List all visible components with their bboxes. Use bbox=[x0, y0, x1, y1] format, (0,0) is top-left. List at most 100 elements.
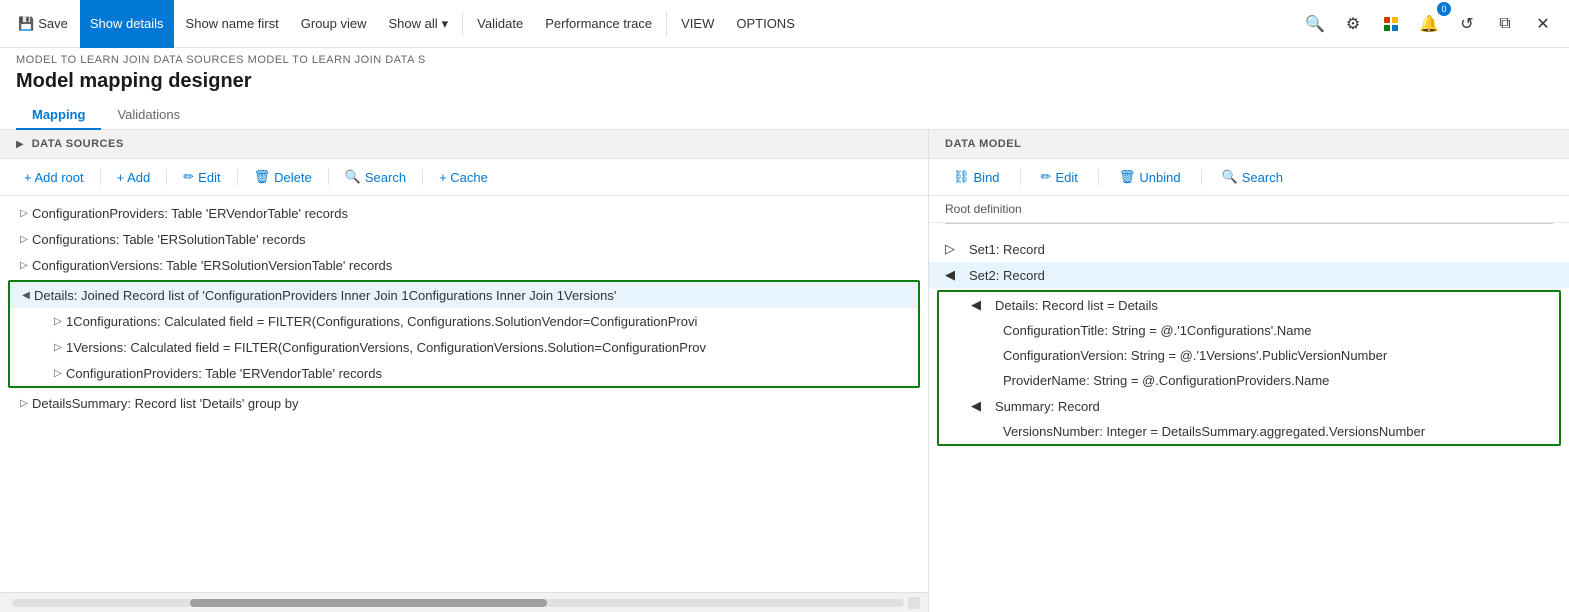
horizontal-scrollbar[interactable] bbox=[12, 599, 904, 607]
show-name-first-button[interactable]: Show name first bbox=[176, 0, 289, 48]
toolbar-sep1 bbox=[100, 169, 101, 185]
edit-icon: ✏ bbox=[183, 169, 194, 185]
tree-row-1configurations[interactable]: ▷ 1Configurations: Calculated field = FI… bbox=[10, 308, 918, 334]
datasources-toolbar: + Add root + Add ✏ Edit 🗑 Delete bbox=[0, 159, 928, 196]
expand-icon: ▷ bbox=[16, 257, 32, 273]
data-model-header: DATA MODEL bbox=[929, 130, 1569, 159]
expand-icon: ▷ bbox=[16, 395, 32, 411]
options-button[interactable]: OPTIONS bbox=[726, 0, 805, 48]
edit-button[interactable]: ✏ Edit bbox=[175, 165, 228, 189]
bind-button[interactable]: ⛓ Bind bbox=[945, 165, 1008, 189]
main-container: MODEL TO LEARN JOIN DATA SOURCES MODEL T… bbox=[0, 48, 1569, 612]
expand-icon: ▷ bbox=[50, 313, 66, 329]
right-green-box: ◀ Details: Record list = Details Configu… bbox=[937, 290, 1561, 446]
search-button[interactable]: 🔍 Search bbox=[337, 165, 414, 189]
separator2 bbox=[666, 12, 667, 36]
expand-icon: ◀ bbox=[971, 297, 995, 313]
delete-button[interactable]: 🗑 Delete bbox=[246, 165, 320, 189]
green-box-details: ◀ Details: Joined Record list of 'Config… bbox=[8, 280, 920, 388]
expand-icon: ◀ bbox=[18, 287, 34, 303]
search-icon: 🔍 bbox=[1222, 169, 1238, 185]
horizontal-scrollbar-area bbox=[0, 592, 928, 612]
unbind-button[interactable]: 🗑 Unbind bbox=[1111, 165, 1189, 189]
left-panel: ▶ DATA SOURCES + Add root + Add ✏ Edit bbox=[0, 130, 929, 612]
tree-row-config-providers[interactable]: ▷ ConfigurationProviders: Table 'ERVendo… bbox=[0, 200, 928, 226]
tree-row-set2[interactable]: ◀ Set2: Record bbox=[929, 262, 1569, 288]
chevron-down-icon: ▾ bbox=[442, 16, 449, 32]
refresh-icon-button[interactable]: ↺ bbox=[1449, 6, 1485, 42]
tree-row-provider-name[interactable]: ProviderName: String = @.ConfigurationPr… bbox=[939, 368, 1559, 393]
add-button[interactable]: + Add bbox=[109, 166, 159, 189]
notification-badge: 🔔 0 bbox=[1411, 6, 1447, 42]
tree-row-config-versions[interactable]: ▷ ConfigurationVersions: Table 'ERSoluti… bbox=[0, 252, 928, 278]
tree-row-details-dm[interactable]: ◀ Details: Record list = Details bbox=[939, 292, 1559, 318]
data-model-tree: ▷ Set1: Record ◀ Set2: Record ◀ Details:… bbox=[929, 232, 1569, 612]
scrollbar-btn-right[interactable] bbox=[908, 597, 920, 609]
tree-row-config-title[interactable]: ConfigurationTitle: String = @.'1Configu… bbox=[939, 318, 1559, 343]
expand-icon: ▷ bbox=[945, 241, 969, 257]
tab-validations[interactable]: Validations bbox=[101, 101, 196, 130]
root-def-separator bbox=[945, 223, 1553, 224]
global-search-button[interactable]: 🔍 bbox=[1297, 14, 1333, 34]
unbind-icon: 🗑 bbox=[1119, 169, 1136, 185]
save-icon: 💾 bbox=[18, 16, 34, 32]
save-button[interactable]: 💾 Save bbox=[8, 0, 78, 48]
toolbar-sep4 bbox=[328, 169, 329, 185]
tree-row-details-header[interactable]: ◀ Details: Joined Record list of 'Config… bbox=[10, 282, 918, 308]
expand-icon: ▷ bbox=[16, 231, 32, 247]
search-icon: 🔍 bbox=[345, 169, 361, 185]
datasources-expand-btn[interactable]: ▶ bbox=[16, 139, 24, 150]
show-details-button[interactable]: Show details bbox=[80, 0, 174, 48]
tree-row-configurations[interactable]: ▷ Configurations: Table 'ERSolutionTable… bbox=[0, 226, 928, 252]
rtoolbar-sep1 bbox=[1020, 169, 1021, 185]
data-sources-header: ▶ DATA SOURCES bbox=[0, 130, 928, 159]
show-all-button[interactable]: Show all ▾ bbox=[379, 0, 459, 48]
root-definition: Root definition bbox=[929, 196, 1569, 223]
view-button[interactable]: VIEW bbox=[671, 0, 724, 48]
expand-icon: ▷ bbox=[50, 365, 66, 381]
settings-icon-button[interactable]: ⚙ bbox=[1335, 6, 1371, 42]
tree-row-1versions[interactable]: ▷ 1Versions: Calculated field = FILTER(C… bbox=[10, 334, 918, 360]
validate-button[interactable]: Validate bbox=[467, 0, 533, 48]
cache-button[interactable]: + Cache bbox=[431, 166, 496, 189]
expand-icon: ◀ bbox=[971, 398, 995, 414]
tab-bar: Mapping Validations bbox=[0, 93, 1569, 130]
rtoolbar-sep3 bbox=[1201, 169, 1202, 185]
popout-icon-button[interactable]: ⧉ bbox=[1487, 6, 1523, 42]
edit-icon: ✏ bbox=[1041, 169, 1052, 185]
office-icon bbox=[1382, 15, 1400, 33]
toolbar-sep3 bbox=[237, 169, 238, 185]
scrollbar-thumb[interactable] bbox=[190, 599, 547, 607]
datasources-tree: ▷ ConfigurationProviders: Table 'ERVendo… bbox=[0, 196, 928, 592]
expand-icon: ▷ bbox=[16, 205, 32, 221]
toolbar-sep5 bbox=[422, 169, 423, 185]
tree-row-details-summary[interactable]: ▷ DetailsSummary: Record list 'Details' … bbox=[0, 390, 928, 416]
tree-row-cp-inner[interactable]: ▷ ConfigurationProviders: Table 'ERVendo… bbox=[10, 360, 918, 386]
expand-icon: ▷ bbox=[50, 339, 66, 355]
toolbar-sep2 bbox=[166, 169, 167, 185]
office-icon-button[interactable] bbox=[1373, 6, 1409, 42]
right-search-button[interactable]: 🔍 Search bbox=[1214, 165, 1291, 189]
titlebar: 💾 Save Show details Show name first Grou… bbox=[0, 0, 1569, 48]
bind-icon: ⛓ bbox=[953, 169, 970, 185]
content-area: ▶ DATA SOURCES + Add root + Add ✏ Edit bbox=[0, 130, 1569, 612]
add-root-button[interactable]: + Add root bbox=[16, 166, 92, 189]
expand-icon: ◀ bbox=[945, 267, 969, 283]
right-panel: DATA MODEL ⛓ Bind ✏ Edit 🗑 Unbind bbox=[929, 130, 1569, 612]
data-model-toolbar: ⛓ Bind ✏ Edit 🗑 Unbind 🔍 Search bbox=[929, 159, 1569, 196]
group-view-button[interactable]: Group view bbox=[291, 0, 377, 48]
performance-trace-button[interactable]: Performance trace bbox=[535, 0, 662, 48]
right-edit-button[interactable]: ✏ Edit bbox=[1033, 165, 1086, 189]
rtoolbar-sep2 bbox=[1098, 169, 1099, 185]
breadcrumb: MODEL TO LEARN JOIN DATA SOURCES MODEL T… bbox=[0, 48, 1569, 66]
page-title: Model mapping designer bbox=[0, 66, 1569, 93]
tree-row-set1[interactable]: ▷ Set1: Record bbox=[929, 236, 1569, 262]
search-icon: 🔍 bbox=[1305, 14, 1325, 34]
tree-row-summary-dm[interactable]: ◀ Summary: Record bbox=[939, 393, 1559, 419]
close-button[interactable]: ✕ bbox=[1525, 6, 1561, 42]
separator bbox=[462, 12, 463, 36]
tree-row-versions-number[interactable]: VersionsNumber: Integer = DetailsSummary… bbox=[939, 419, 1559, 444]
tab-mapping[interactable]: Mapping bbox=[16, 101, 101, 130]
tree-row-config-version-dm[interactable]: ConfigurationVersion: String = @.'1Versi… bbox=[939, 343, 1559, 368]
delete-icon: 🗑 bbox=[254, 169, 271, 185]
